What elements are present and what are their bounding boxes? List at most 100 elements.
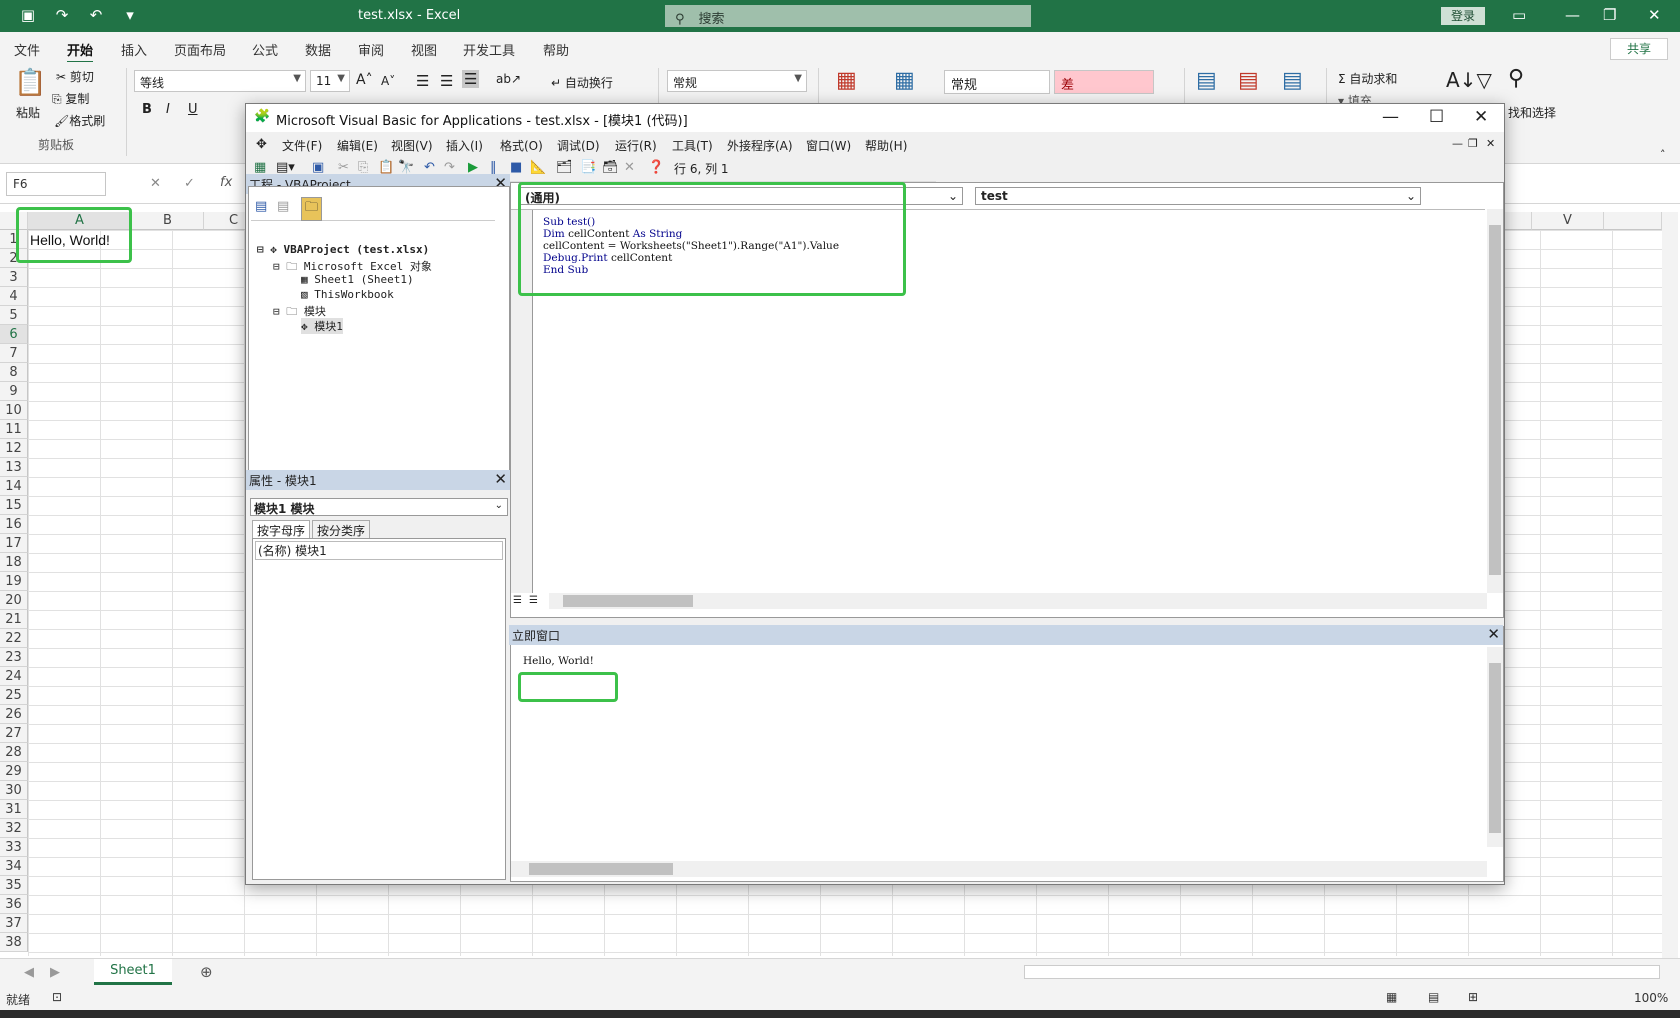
tab-view[interactable]: 视图 [411, 40, 437, 59]
customize-qat-icon[interactable]: ▾ [120, 6, 140, 24]
toolbox-icon[interactable]: ✕ [624, 160, 635, 175]
tree-module1[interactable]: ✥ 模块1 [301, 318, 343, 334]
font-name-combo[interactable]: 等线 ▼ [134, 70, 306, 92]
row-header[interactable]: 37 [0, 914, 28, 933]
code-hscroll-thumb[interactable] [563, 595, 693, 607]
menu-edit[interactable]: 编辑(E) [337, 137, 378, 154]
row-header[interactable]: 15 [0, 496, 28, 515]
property-name-row[interactable]: (名称) 模块1 [255, 541, 503, 560]
name-box[interactable]: F6 [6, 172, 106, 196]
orientation-icon[interactable]: ab↗ [496, 72, 521, 86]
design-mode-icon[interactable]: 📐 [530, 160, 546, 175]
row-header[interactable]: 33 [0, 838, 28, 857]
row-header[interactable]: 20 [0, 591, 28, 610]
cut-icon[interactable]: ✂ [338, 160, 349, 175]
row-header[interactable]: 17 [0, 534, 28, 553]
format-painter-button[interactable]: 🖌格式刷 [54, 112, 105, 129]
procedure-combo[interactable]: test ⌄ [975, 187, 1421, 205]
autosum-button[interactable]: Σ 自动求和 [1338, 70, 1397, 87]
login-button[interactable]: 登录 [1441, 7, 1485, 25]
child-restore-icon[interactable]: ❐ [1468, 137, 1478, 150]
view-excel-icon[interactable]: ▦ [254, 160, 266, 175]
row-header[interactable]: 12 [0, 439, 28, 458]
vbe-minimize-icon[interactable]: — [1382, 107, 1399, 127]
font-size-combo[interactable]: 11 ▼ [310, 70, 350, 92]
copy-button[interactable]: ⎘ 复制 [52, 90, 89, 107]
row-header[interactable]: 7 [0, 344, 28, 363]
tab-help[interactable]: 帮助 [543, 40, 569, 59]
properties-object-combo[interactable]: 模块1 模块 ⌄ [250, 498, 508, 516]
cancel-icon[interactable]: ✕ [150, 176, 161, 191]
code-vscroll-thumb[interactable] [1489, 225, 1501, 575]
sheet-vertical-scrollbar[interactable] [1662, 212, 1678, 958]
row-header[interactable]: 22 [0, 629, 28, 648]
zoom-level[interactable]: 100% [1634, 991, 1668, 1005]
immediate-close-icon[interactable]: ✕ [1487, 625, 1500, 643]
menu-insert[interactable]: 插入(I) [446, 137, 483, 154]
row-header[interactable]: 10 [0, 401, 28, 420]
macro-record-icon[interactable]: ⊡ [52, 990, 62, 1004]
child-close-icon[interactable]: ✕ [1486, 137, 1495, 150]
tab-file[interactable]: 文件 [14, 40, 40, 59]
row-header[interactable]: 5 [0, 306, 28, 325]
format-cells-icon[interactable]: ▤ [1282, 68, 1303, 93]
row-header[interactable]: 30 [0, 781, 28, 800]
tab-alphabetic[interactable]: 按字母序 [252, 520, 311, 538]
properties-icon[interactable]: 📑 [580, 160, 596, 175]
row-header[interactable]: 11 [0, 420, 28, 439]
paste-icon[interactable]: 📋 [378, 160, 394, 175]
excel-view-icon[interactable]: ✥ [256, 137, 267, 152]
row-header[interactable]: 23 [0, 648, 28, 667]
immediate-horizontal-scrollbar[interactable] [511, 861, 1487, 877]
next-sheet-icon[interactable]: ▶ [50, 965, 60, 980]
row-header[interactable]: 19 [0, 572, 28, 591]
immediate-hscroll-thumb[interactable] [529, 863, 673, 875]
undo-icon[interactable]: ↶ [424, 160, 435, 175]
redo-icon[interactable]: ↷ [444, 160, 455, 175]
tab-review[interactable]: 审阅 [358, 40, 384, 59]
menu-tools[interactable]: 工具(T) [672, 137, 713, 154]
find-select-label[interactable]: 找和选择 [1508, 104, 1556, 121]
row-header[interactable]: 27 [0, 724, 28, 743]
delete-cells-icon[interactable]: ▤ [1238, 68, 1259, 93]
row-header[interactable]: 26 [0, 705, 28, 724]
function-icon[interactable]: fx [220, 175, 232, 190]
row-header[interactable]: 21 [0, 610, 28, 629]
row-header[interactable]: 16 [0, 515, 28, 534]
row-header[interactable]: 14 [0, 477, 28, 496]
project-explorer-icon[interactable]: 🗂 [556, 160, 573, 175]
save-icon[interactable]: ▣ [18, 6, 38, 24]
restore-icon[interactable]: ❐ [1603, 6, 1616, 24]
sort-filter-icon[interactable]: A↓▽ [1446, 68, 1492, 92]
align-middle-icon[interactable]: ☰ [440, 72, 453, 90]
menu-format[interactable]: 格式(O) [500, 137, 543, 154]
conditional-format-icon[interactable]: ▦ [836, 68, 857, 93]
row-header[interactable]: 25 [0, 686, 28, 705]
row-header[interactable]: 36 [0, 895, 28, 914]
row-header[interactable]: 34 [0, 857, 28, 876]
row-header[interactable]: 24 [0, 667, 28, 686]
enter-icon[interactable]: ✓ [184, 176, 195, 191]
tab-formulas[interactable]: 公式 [252, 40, 278, 59]
paste-icon[interactable]: 📋 [14, 68, 46, 98]
share-button[interactable]: 共享 [1610, 38, 1668, 60]
tab-page-layout[interactable]: 页面布局 [174, 40, 226, 59]
row-header[interactable]: 4 [0, 287, 28, 306]
properties-close-icon[interactable]: ✕ [494, 470, 507, 488]
row-header[interactable]: 35 [0, 876, 28, 895]
page-break-icon[interactable]: ⊞ [1468, 990, 1478, 1004]
shrink-font-icon[interactable]: A˅ [381, 74, 395, 88]
vbe-maximize-icon[interactable]: ☐ [1429, 107, 1444, 127]
tab-developer[interactable]: 开发工具 [463, 40, 515, 59]
row-header[interactable]: 38 [0, 933, 28, 952]
style-normal[interactable]: 常规 [944, 70, 1050, 94]
row-header[interactable]: 13 [0, 458, 28, 477]
italic-icon[interactable]: I [166, 102, 170, 117]
save-icon[interactable]: ▣ [312, 160, 324, 175]
prev-sheet-icon[interactable]: ◀ [24, 965, 34, 980]
tab-categorized[interactable]: 按分类序 [312, 520, 371, 538]
copy-icon[interactable]: ⎘ [358, 160, 368, 175]
underline-icon[interactable]: U [188, 102, 198, 117]
tree-sheet1[interactable]: ▦ Sheet1 (Sheet1) [301, 273, 414, 286]
row-header[interactable]: 28 [0, 743, 28, 762]
